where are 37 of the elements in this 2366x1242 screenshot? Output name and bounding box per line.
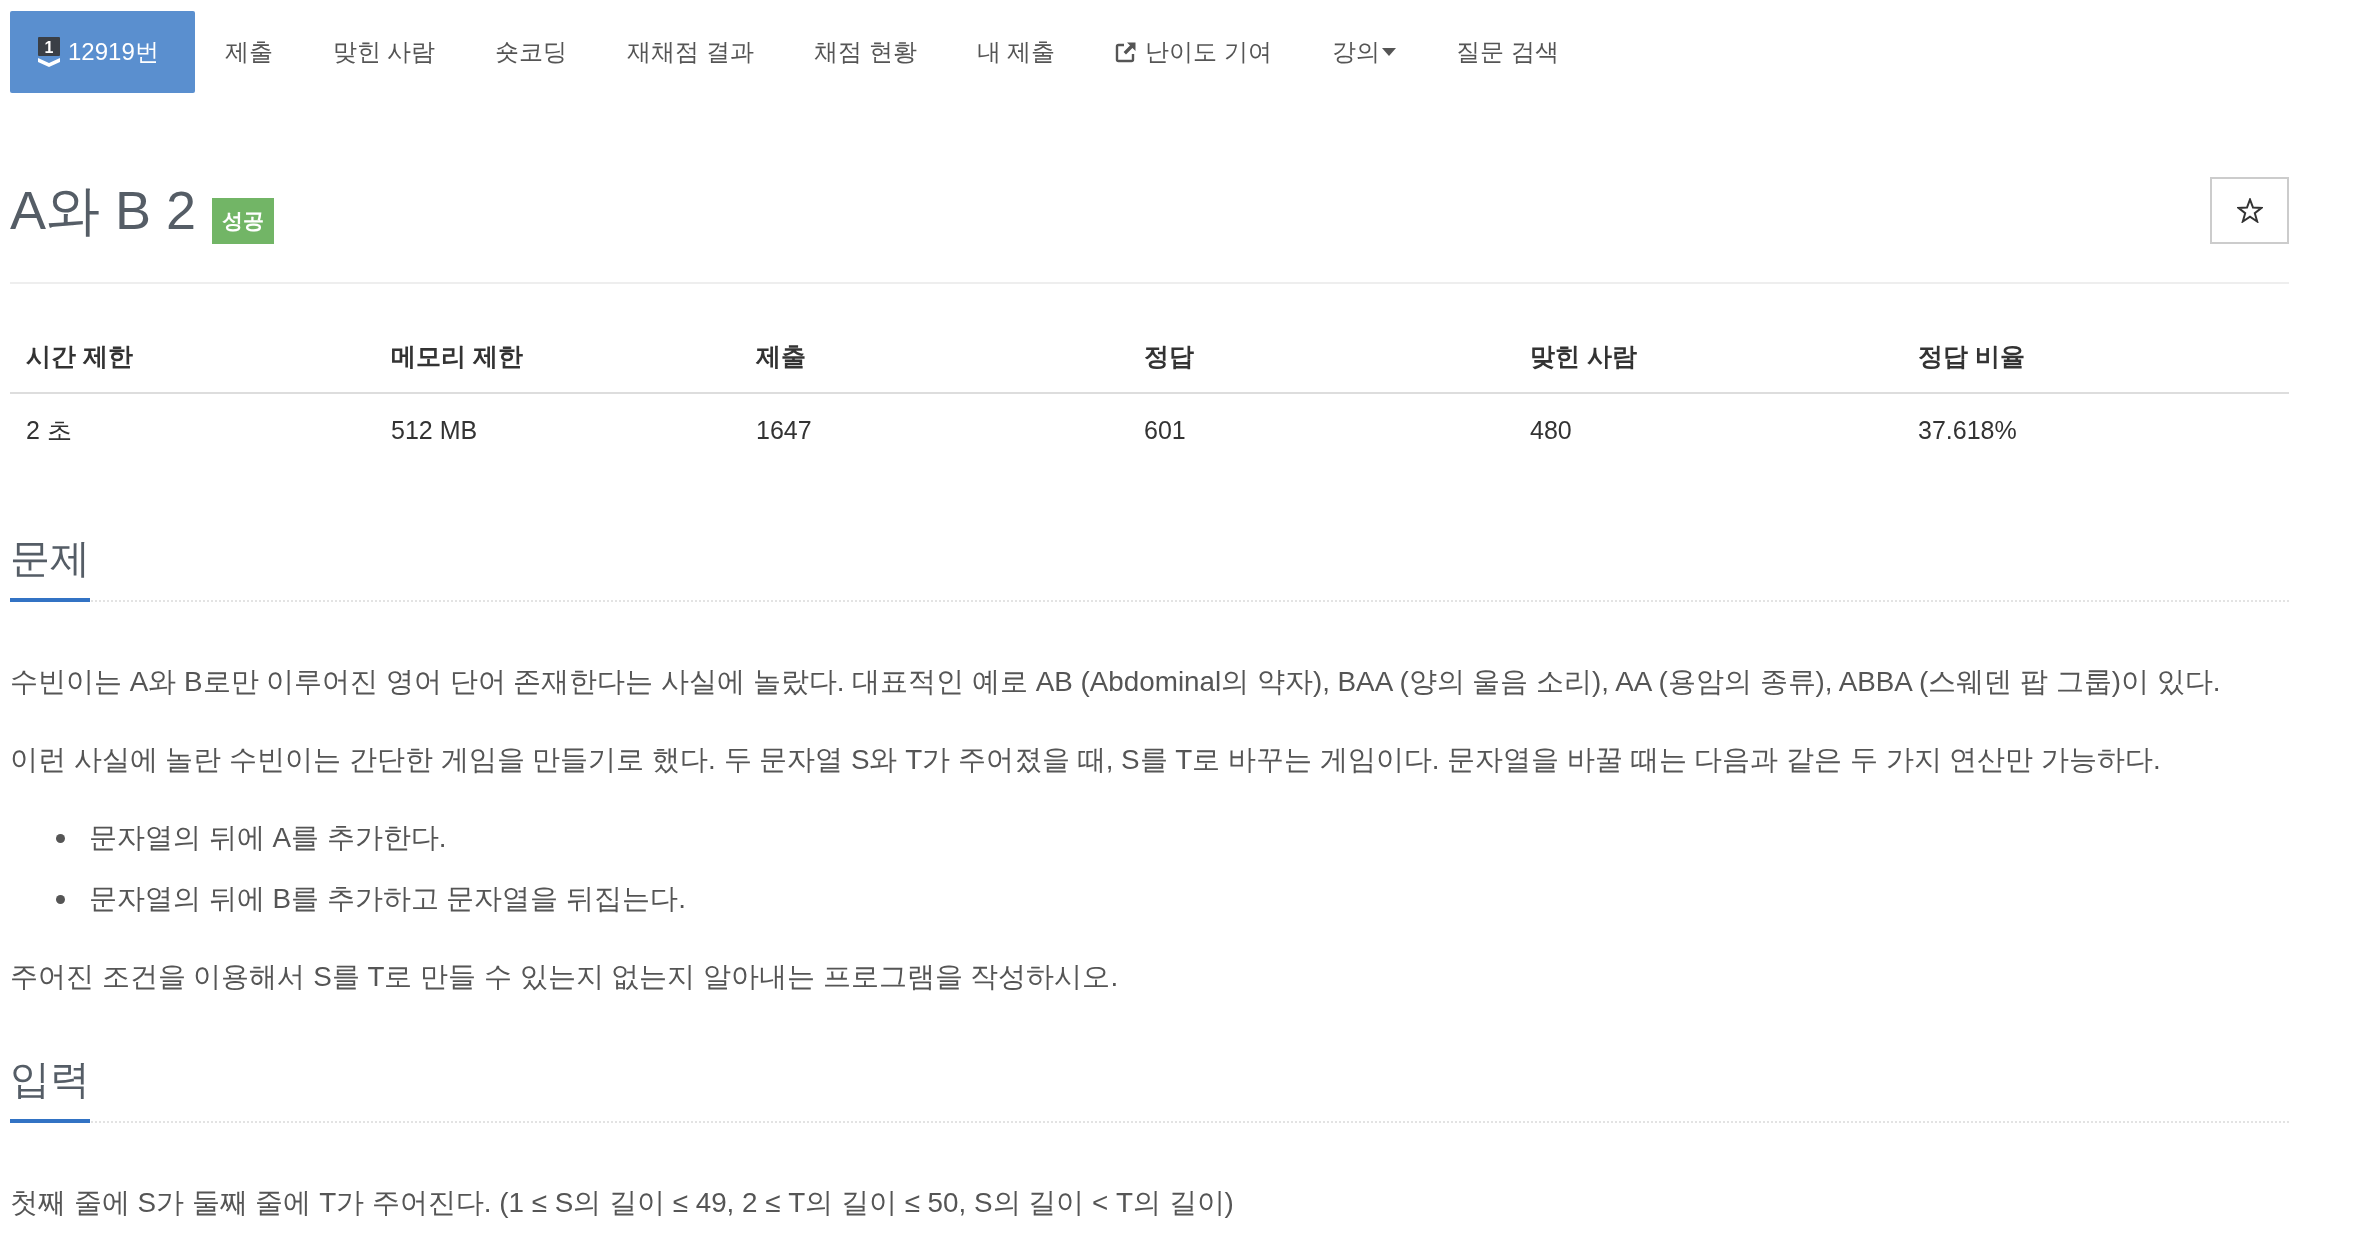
nav-tab[interactable]: 숏코딩	[467, 11, 598, 93]
paragraph: 이런 사실에 놀란 수빈이는 간단한 게임을 만들기로 했다. 두 문자열 S와 T가 주어졌을 때, S를 T로 바꾸는 게임이다. 문자열을 바꿀 때는 다음과 같은 두 가지 연산만 가능하다.	[10, 743, 2162, 777]
nav-tab[interactable]: 제출	[196, 11, 303, 93]
table-cell-text: 2 초	[25, 415, 73, 446]
paragraph: 첫째 줄에 S가 둘째 줄에 T가 주어진다. (1 ≤ S의 길이 ≤ 49, 2 ≤ T의 길이 ≤ 50, S의 길이 < T의 길이)	[10, 1186, 1235, 1220]
external-link-icon	[1115, 41, 1138, 63]
table-header-cell-text: 맞힌 사람	[1529, 341, 1638, 372]
table-header-cell-text: 정답 비율	[1917, 341, 2026, 372]
table-cell-text: 512 MB	[390, 415, 479, 446]
nav-tab[interactable]: 재채점 결과	[599, 11, 785, 93]
section-heading: 문제	[10, 528, 90, 602]
nav-tab[interactable]: 내 제출	[948, 11, 1086, 93]
bullet-icon	[56, 833, 65, 843]
problem-title: A와 B 2	[10, 179, 197, 242]
bullet-icon	[56, 894, 65, 904]
list-item: 문자열의 뒤에 B를 추가하고 문자열을 뒤집는다.	[89, 882, 686, 916]
nav-tab[interactable]: 질문 검색	[1428, 11, 1589, 93]
star-button[interactable]	[2210, 176, 2289, 244]
table-cell-text: 601	[1143, 415, 1187, 446]
table-cell-text: 1647	[755, 415, 813, 446]
list-item: 문자열의 뒤에 A를 추가한다.	[89, 821, 447, 855]
nav-tab[interactable]: 채점 현황	[786, 11, 947, 93]
nav-tab[interactable]: 난이도 기여	[1087, 11, 1303, 93]
table-cell-text: 37.618%	[1917, 415, 2018, 446]
nav-tab[interactable]: 1 12919번	[10, 11, 195, 93]
paragraph: 수빈이는 A와 B로만 이루어진 영어 단어 존재한다는 사실에 놀랐다. 대표적인 예로 AB (Abdominal의 약자), BAA (양의 울음 소리), AA (용암의 종류), ABBA (스웨덴 팝 그룹)이 있다.	[10, 665, 2222, 699]
section-heading: 입력	[10, 1049, 90, 1123]
table-header-cell-text: 제출	[755, 341, 807, 372]
caret-icon	[1382, 48, 1397, 56]
result-label: 성공	[212, 198, 275, 244]
table-header-cell-text: 정답	[1143, 341, 1195, 372]
nav-tab[interactable]: 맞힌 사람	[304, 11, 466, 93]
paragraph: 주어진 조건을 이용해서 S를 T로 만들 수 있는지 없는지 알아내는 프로그램을 작성하시오.	[10, 960, 1120, 994]
table-header-cell-text: 시간 제한	[25, 341, 134, 372]
nav-tab[interactable]: 강의	[1304, 11, 1427, 93]
table-header-cell-text: 메모리 제한	[390, 341, 524, 372]
table-cell-text: 480	[1529, 415, 1573, 446]
